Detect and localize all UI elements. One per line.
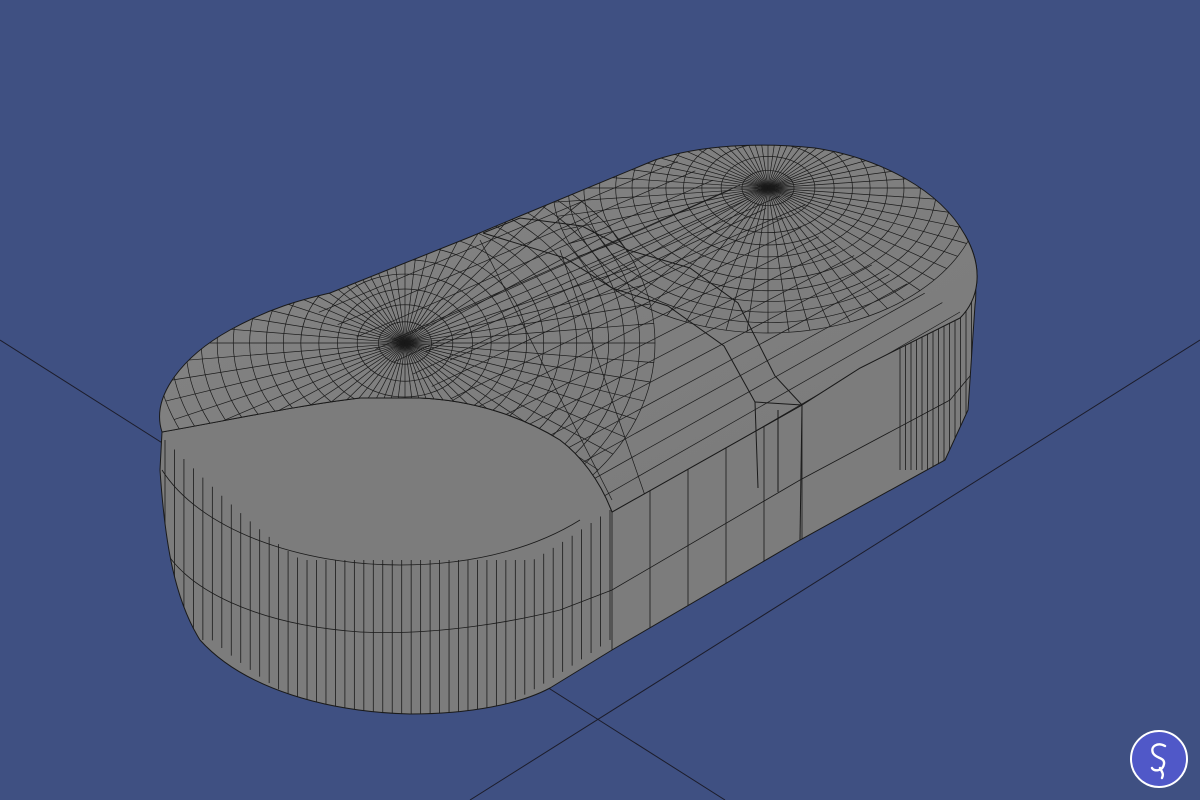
app-logo-s-icon (1150, 743, 1167, 780)
scene-canvas[interactable] (0, 0, 1200, 800)
3d-viewport[interactable] (0, 0, 1200, 800)
capsule-model[interactable] (155, 43, 983, 731)
app-logo-badge[interactable] (1130, 730, 1188, 788)
